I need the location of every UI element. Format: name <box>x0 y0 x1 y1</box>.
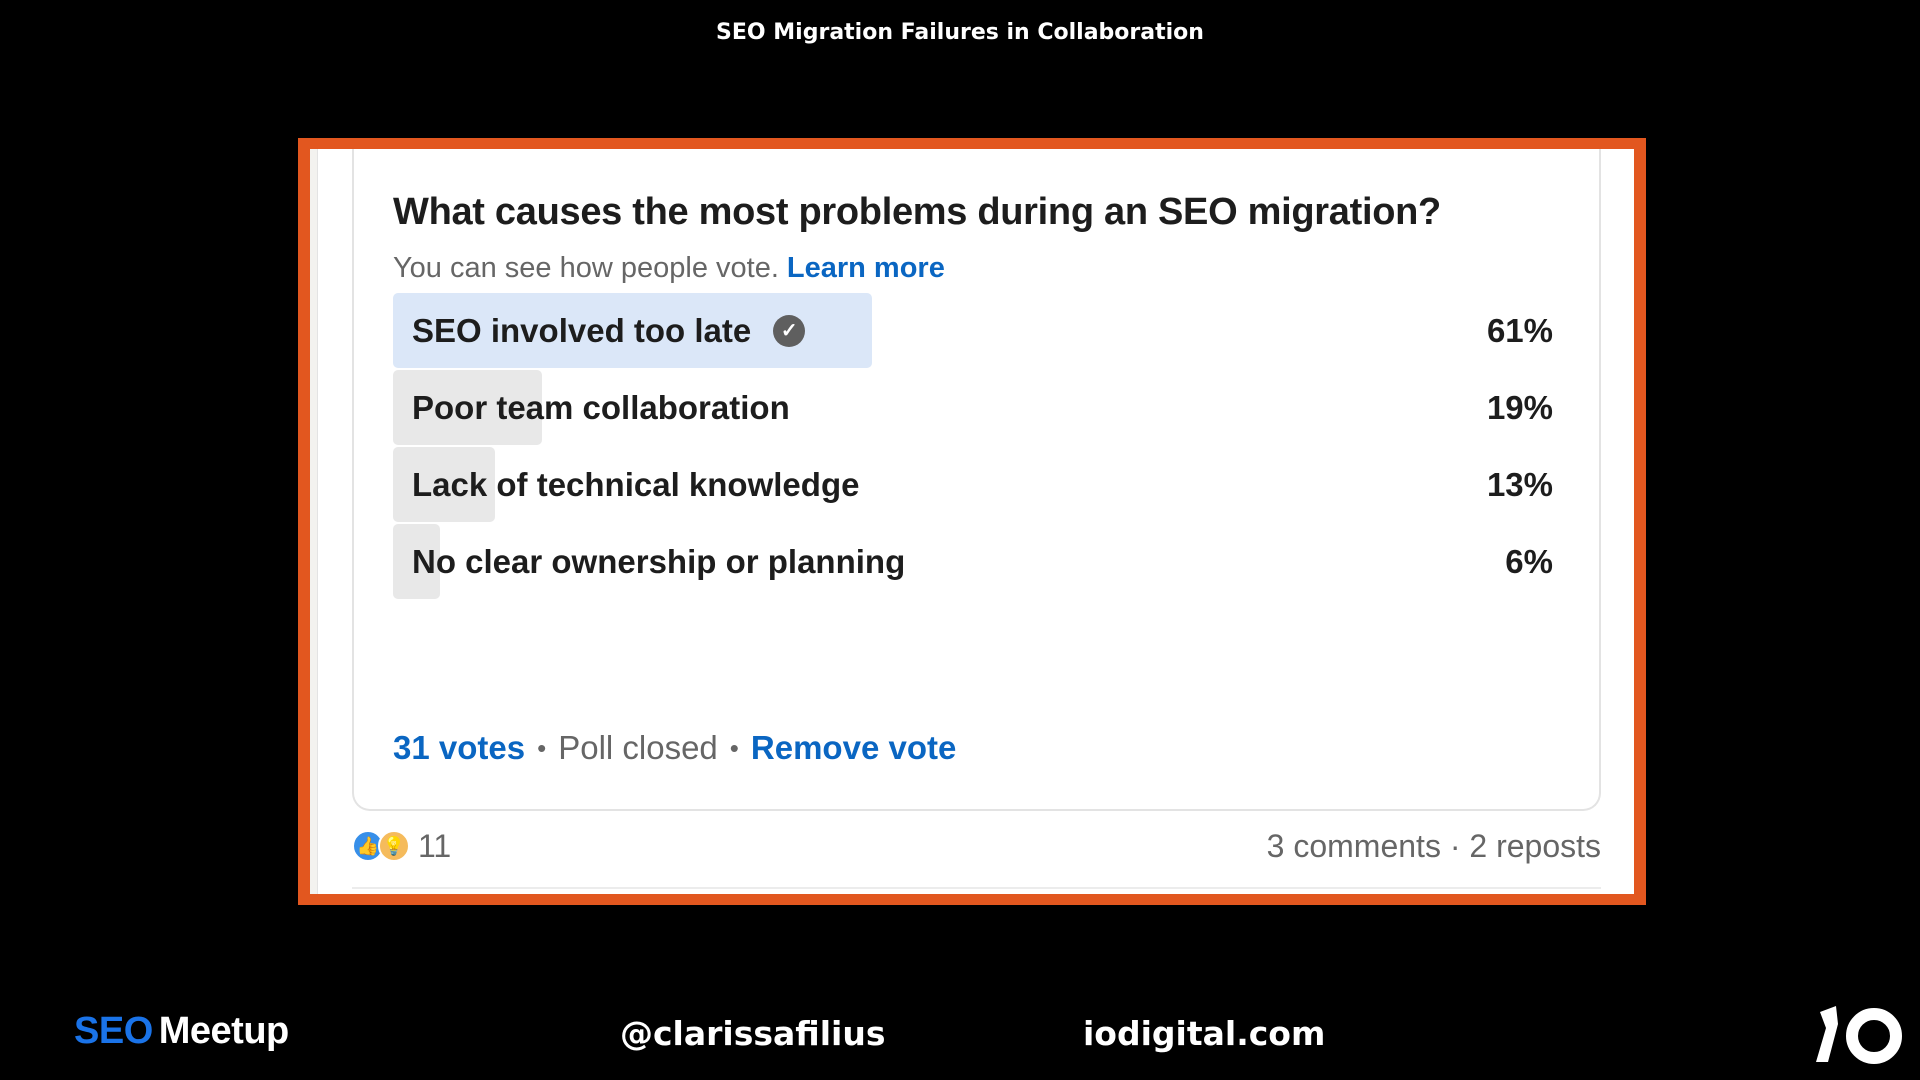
poll-subtext: You can see how people vote. Learn more <box>393 252 945 285</box>
learn-more-link[interactable]: Learn more <box>787 252 945 284</box>
poll-footer: 31 votes • Poll closed • Remove vote <box>393 729 956 767</box>
slide-title: SEO Migration Failures in Collaboration <box>716 20 1204 45</box>
poll-option-label: Lack of technical knowledge <box>412 447 859 522</box>
comments-reposts-count[interactable]: 3 comments · 2 reposts <box>1267 821 1601 871</box>
poll-option-text: Poor team collaboration <box>412 389 790 426</box>
linkedin-post: What causes the most problems during an … <box>310 149 1634 894</box>
poll-option[interactable]: No clear ownership or planning 6% <box>393 524 1553 599</box>
brand-meetup-text: Meetup <box>158 1010 290 1052</box>
poll-option-percent: 13% <box>1486 466 1553 503</box>
reactions-summary[interactable]: 👍 💡 11 <box>352 821 451 871</box>
poll-option-label: No clear ownership or planning <box>412 524 905 599</box>
separator-dot: • <box>537 732 547 763</box>
insightful-icon: 💡 <box>378 830 410 862</box>
company-website: iodigital.com <box>1083 1014 1326 1053</box>
speaker-handle: @clarissafilius <box>620 1014 886 1053</box>
screenshot-frame: What causes the most problems during an … <box>298 138 1646 905</box>
poll-option-label: SEO involved too late ✓ <box>412 293 806 368</box>
separator-dot: • <box>729 732 739 763</box>
poll-option-percent: 19% <box>1486 389 1553 426</box>
seo-meetup-logo: SEO Meetup <box>74 1010 289 1053</box>
poll-status: Poll closed <box>558 729 718 766</box>
poll-option[interactable]: SEO involved too late ✓ 61% <box>393 293 1553 368</box>
poll-option-percent: 61% <box>1486 312 1553 349</box>
poll-option-text: No clear ownership or planning <box>412 543 906 580</box>
io-logo <box>1816 1006 1902 1064</box>
poll-option-text: Lack of technical knowledge <box>412 466 860 503</box>
poll-visibility-note: You can see how people vote. <box>393 252 779 284</box>
poll-option[interactable]: Lack of technical knowledge 13% <box>393 447 1553 522</box>
poll-option-percent: 6% <box>1505 543 1553 580</box>
divider <box>352 887 1601 889</box>
remove-vote-link[interactable]: Remove vote <box>751 729 956 767</box>
post-left-edge <box>310 149 318 894</box>
brand-seo-text: SEO <box>74 1010 153 1052</box>
poll-option[interactable]: Poor team collaboration 19% <box>393 370 1553 445</box>
poll-card: What causes the most problems during an … <box>352 149 1601 811</box>
social-bar: 👍 💡 11 3 comments · 2 reposts <box>352 821 1601 871</box>
votes-link[interactable]: 31 votes <box>393 729 525 767</box>
poll-option-text: SEO involved too late <box>412 312 752 349</box>
poll-option-label: Poor team collaboration <box>412 370 790 445</box>
checkmark-icon: ✓ <box>773 314 806 347</box>
poll-question: What causes the most problems during an … <box>393 191 1441 233</box>
reaction-count: 11 <box>418 827 452 864</box>
